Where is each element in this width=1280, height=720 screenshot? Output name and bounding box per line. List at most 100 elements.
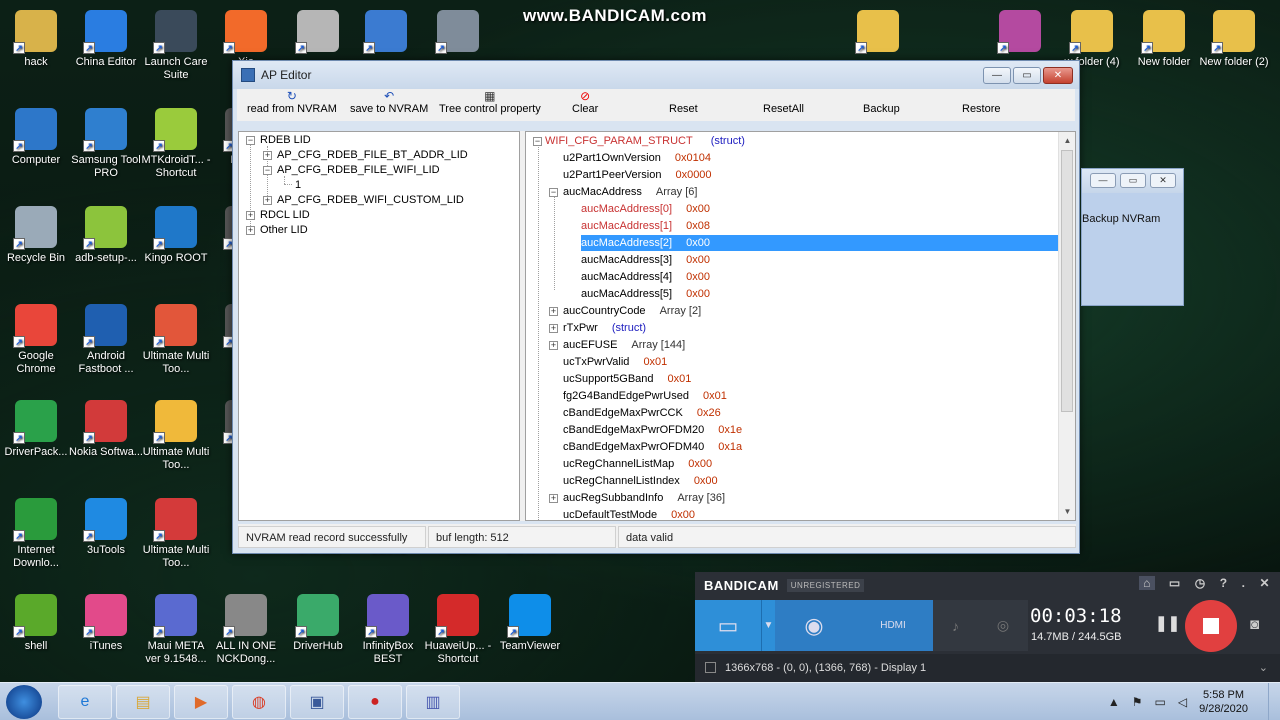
read-from-nvram-button[interactable]: ↻ read from NVRAM bbox=[247, 89, 337, 121]
struct-tree[interactable]: − WIFI_CFG_PARAM_STRUCT (struct) u2Part1O… bbox=[525, 131, 1076, 521]
close-icon[interactable]: ✕ bbox=[1259, 576, 1270, 590]
collapse-icon[interactable]: − bbox=[263, 166, 272, 175]
struct-field-row[interactable]: fg2G4BandEdgePwrUsed 0x01 bbox=[563, 388, 727, 404]
desktop-icon[interactable]: ↗ DriverHub bbox=[282, 590, 354, 680]
desktop-icon[interactable]: ↗ New folder (2) bbox=[1198, 6, 1270, 96]
struct-root[interactable]: WIFI_CFG_PARAM_STRUCT (struct) bbox=[545, 133, 745, 149]
struct-field-row[interactable]: aucMacAddress[0] 0x00 bbox=[581, 201, 710, 217]
desktop-icon[interactable]: ↗ Ultimate Multi Too... bbox=[140, 396, 212, 486]
desktop-icon[interactable]: ↗ New folder bbox=[1128, 6, 1200, 96]
taskbar-ap-editor-icon[interactable]: ▥ bbox=[406, 685, 460, 719]
tree-node-rdeb-lid[interactable]: RDEB LID bbox=[260, 133, 311, 148]
close-button[interactable]: ✕ bbox=[1150, 173, 1176, 188]
struct-field-row[interactable]: cBandEdgeMaxPwrOFDM40 0x1a bbox=[563, 439, 742, 455]
expand-icon[interactable]: + bbox=[263, 196, 272, 205]
title-bar[interactable]: AP Editor — ▭ ✕ bbox=[233, 61, 1079, 89]
struct-field-row[interactable]: ucSupport5GBand 0x01 bbox=[563, 371, 691, 387]
start-button[interactable] bbox=[6, 685, 42, 719]
expand-icon[interactable]: + bbox=[246, 226, 255, 235]
struct-field-row[interactable]: aucMacAddress Array [6] bbox=[563, 184, 697, 200]
expand-icon[interactable]: + bbox=[549, 494, 558, 503]
desktop-icon[interactable]: ↗ Recycle Bin bbox=[0, 202, 72, 292]
game-mode-button[interactable]: ◉ bbox=[775, 600, 853, 651]
screen-mode-button[interactable]: ▭ bbox=[695, 600, 761, 651]
microphone-icon[interactable]: ♪ bbox=[952, 618, 959, 634]
desktop-icon[interactable]: ↗ Launch Care Suite bbox=[140, 6, 212, 96]
expand-icon[interactable]: + bbox=[549, 307, 558, 316]
struct-field-row[interactable]: rTxPwr (struct) bbox=[563, 320, 646, 336]
struct-field-row[interactable]: aucMacAddress[1] 0x08 bbox=[581, 218, 710, 234]
backup-title-bar[interactable]: — ▭ ✕ bbox=[1082, 169, 1183, 193]
desktop-icon[interactable]: ↗ Maui META ver 9.1548... bbox=[140, 590, 212, 680]
desktop-icon[interactable]: ↗ iTunes bbox=[70, 590, 142, 680]
chevron-down-icon[interactable]: ⌄ bbox=[1259, 654, 1268, 682]
struct-field-row[interactable]: aucMacAddress[3] 0x00 bbox=[581, 252, 710, 268]
desktop-icon[interactable]: ↗ China Editor bbox=[70, 6, 142, 96]
collapse-icon[interactable]: − bbox=[246, 136, 255, 145]
tree-node-wifi-record-1[interactable]: 1 bbox=[295, 178, 301, 193]
taskbar-media-icon[interactable]: ▶ bbox=[174, 685, 228, 719]
desktop-icon[interactable]: ↗ MTKdroidT... - Shortcut bbox=[140, 104, 212, 194]
desktop-icon[interactable]: ↗ shell bbox=[0, 590, 72, 680]
expand-icon[interactable]: + bbox=[263, 151, 272, 160]
struct-field-row[interactable]: aucEFUSE Array [144] bbox=[563, 337, 685, 353]
screenshot-camera-icon[interactable]: ◙ bbox=[1250, 616, 1259, 633]
struct-field-row[interactable]: ucRegChannelListIndex 0x00 bbox=[563, 473, 718, 489]
desktop-icon[interactable]: ↗ Ultimate Multi Too... bbox=[140, 300, 212, 390]
scroll-down-icon[interactable]: ▼ bbox=[1059, 503, 1075, 520]
desktop-icon[interactable]: ↗ Computer bbox=[0, 104, 72, 194]
struct-field-row[interactable]: aucRegSubbandInfo Array [36] bbox=[563, 490, 725, 506]
struct-field-row[interactable]: aucMacAddress[4] 0x00 bbox=[581, 269, 710, 285]
desktop-icon[interactable]: ↗ Ultimate Multi Too... bbox=[140, 494, 212, 584]
struct-field-row[interactable]: u2Part1OwnVersion 0x0104 bbox=[563, 150, 711, 166]
desktop-icon[interactable]: ↗ Nokia Softwa... bbox=[69, 396, 143, 486]
region-checkbox[interactable] bbox=[705, 662, 716, 673]
desktop-icon[interactable]: ↗ Internet Downlo... bbox=[0, 494, 72, 584]
help-icon[interactable]: ? bbox=[1220, 576, 1228, 590]
minimize-button[interactable]: — bbox=[1090, 173, 1116, 188]
desktop-icon[interactable]: ↗ TeamViewer bbox=[494, 590, 566, 680]
clear-button[interactable]: ⊘ Clear bbox=[572, 89, 598, 121]
desktop-icon[interactable]: ↗ Samsung Tool PRO bbox=[70, 104, 142, 194]
lock-icon[interactable]: ⌂ bbox=[1139, 576, 1155, 590]
struct-field-row[interactable]: u2Part1PeerVersion 0x0000 bbox=[563, 167, 712, 183]
close-button[interactable]: ✕ bbox=[1043, 67, 1073, 84]
struct-field-row[interactable]: ucTxPwrValid 0x01 bbox=[563, 354, 667, 370]
struct-field-row[interactable]: aucMacAddress[2] 0x00 bbox=[581, 235, 1064, 251]
struct-field-row[interactable]: ucRegChannelListMap 0x00 bbox=[563, 456, 712, 472]
taskbar-bandicam-icon[interactable]: ● bbox=[348, 685, 402, 719]
collapse-icon[interactable]: − bbox=[533, 137, 542, 146]
desktop-icon[interactable]: ↗ Google Chrome bbox=[0, 300, 72, 390]
minimize-icon[interactable]: . bbox=[1242, 576, 1246, 590]
maximize-button[interactable]: ▭ bbox=[1120, 173, 1146, 188]
struct-field-row[interactable]: cBandEdgeMaxPwrOFDM20 0x1e bbox=[563, 422, 742, 438]
taskbar-app-icon[interactable]: ▣ bbox=[290, 685, 344, 719]
desktop-icon[interactable]: ↗ Kingo ROOT bbox=[140, 202, 212, 292]
pause-button[interactable]: ❚❚ bbox=[1155, 614, 1180, 632]
stop-record-button[interactable] bbox=[1185, 600, 1237, 652]
lid-tree[interactable]: − RDEB LID + AP_CFG_RDEB_FILE_BT_ADDR_LI… bbox=[238, 131, 520, 521]
taskbar-chrome-icon[interactable]: ◍ bbox=[232, 685, 286, 719]
taskbar-explorer-icon[interactable]: ▤ bbox=[116, 685, 170, 719]
reset-button[interactable]: Reset bbox=[669, 89, 698, 121]
clock-icon[interactable]: ◷ bbox=[1195, 576, 1206, 590]
restore-button[interactable]: Restore bbox=[962, 89, 1001, 121]
desktop-icon[interactable]: ↗ ALL IN ONE NCKDong... bbox=[210, 590, 282, 680]
tray-volume-icon[interactable]: ◁ bbox=[1178, 695, 1187, 709]
collapse-icon[interactable]: − bbox=[549, 188, 558, 197]
tree-node-wifi-lid[interactable]: AP_CFG_RDEB_FILE_WIFI_LID bbox=[277, 163, 440, 178]
tree-control-property-button[interactable]: ▦ Tree control property bbox=[439, 89, 541, 121]
maximize-button[interactable]: ▭ bbox=[1013, 67, 1041, 84]
tree-node-bt-addr-lid[interactable]: AP_CFG_RDEB_FILE_BT_ADDR_LID bbox=[277, 148, 468, 163]
device-mode-button[interactable]: HDMI bbox=[853, 600, 933, 651]
mode-dropdown-button[interactable]: ▼ bbox=[761, 600, 775, 651]
expand-icon[interactable]: + bbox=[246, 211, 255, 220]
tray-expand-icon[interactable]: ▲ bbox=[1108, 695, 1120, 709]
desktop-icon[interactable]: ↗ HuaweiUp... - Shortcut bbox=[422, 590, 494, 680]
struct-field-row[interactable]: cBandEdgeMaxPwrCCK 0x26 bbox=[563, 405, 721, 421]
desktop-icon[interactable]: ↗ DriverPack... bbox=[0, 396, 72, 486]
tree-node-rdcl-lid[interactable]: RDCL LID bbox=[260, 208, 310, 223]
expand-icon[interactable]: + bbox=[549, 341, 558, 350]
desktop-icon[interactable]: ↗ InfinityBox BEST bbox=[352, 590, 424, 680]
webcam-icon[interactable]: ◎ bbox=[997, 617, 1009, 634]
